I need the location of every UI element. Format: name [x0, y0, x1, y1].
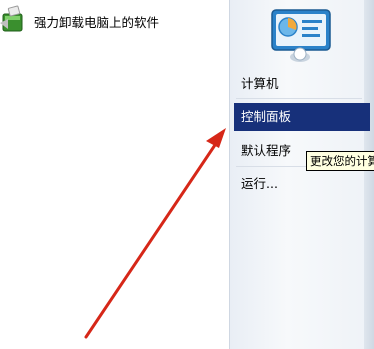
menu-item-run[interactable]: 运行...	[234, 170, 370, 198]
uninstaller-icon	[0, 5, 26, 33]
menu-item-computer[interactable]: 计算机	[234, 70, 370, 98]
menu-separator	[236, 98, 362, 99]
menu-item-control-panel[interactable]: 控制面板	[234, 103, 370, 131]
tooltip: 更改您的计算	[306, 151, 374, 171]
control-panel-icon	[270, 8, 334, 64]
program-label: 强力卸载电脑上的软件	[34, 15, 160, 30]
program-item-uninstaller[interactable]: 强力卸载电脑上的软件	[0, 5, 200, 33]
programs-pane: 强力卸载电脑上的软件	[0, 0, 229, 349]
